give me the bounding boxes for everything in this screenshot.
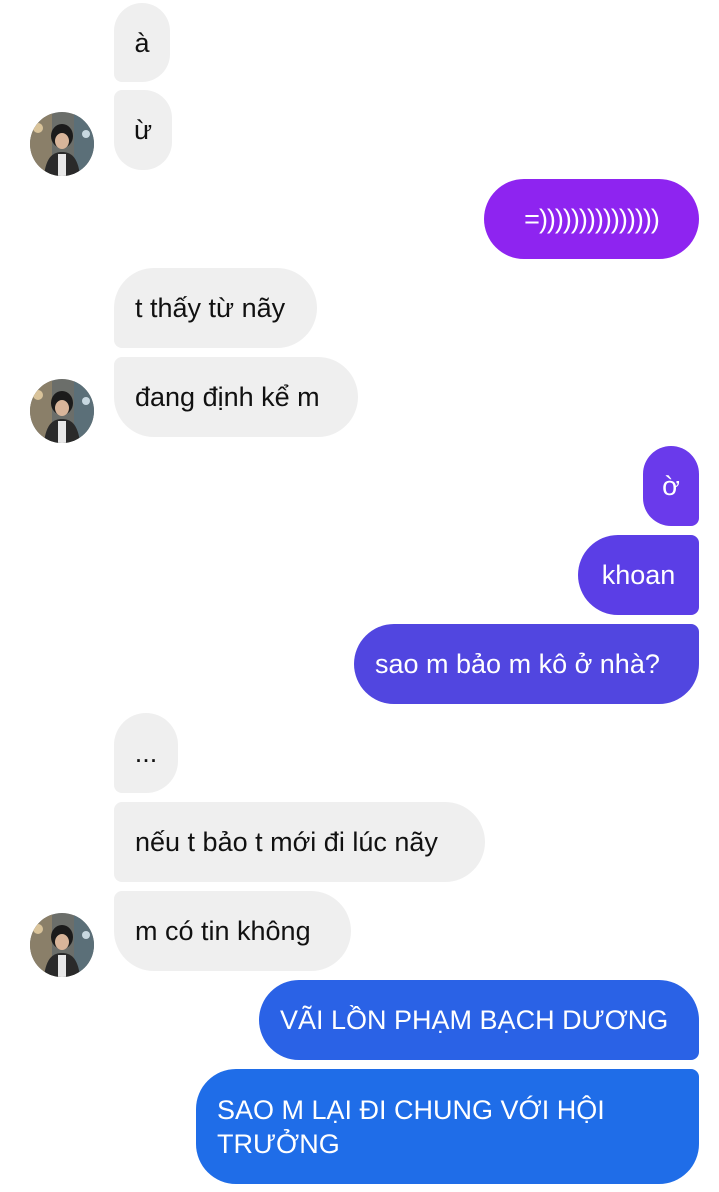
message-bubble-outgoing[interactable]: =))))))))))))))) (484, 179, 699, 259)
message-bubble-outgoing[interactable]: SAO M LẠI ĐI CHUNG VỚI HỘI TRƯỞNG (196, 1069, 699, 1184)
message-bubble-outgoing[interactable]: sao m bảo m kô ở nhà? (354, 624, 699, 704)
message-bubble-incoming[interactable]: à (114, 3, 170, 82)
message-bubble-incoming[interactable]: nếu t bảo t mới đi lúc nãy (114, 802, 485, 882)
message-text: VÃI LỒN PHẠM BẠCH DƯƠNG (280, 1005, 669, 1035)
profile-photo-icon (30, 112, 94, 176)
message-text: t thấy từ nãy (135, 293, 286, 323)
message-bubble-outgoing[interactable]: ờ (643, 446, 699, 526)
message-text: m có tin không (135, 916, 311, 946)
message-bubble-incoming[interactable]: m có tin không (114, 891, 351, 971)
message-text: SAO M LẠI ĐI CHUNG VỚI HỘI TRƯỞNG (217, 1095, 605, 1159)
message-text: à (134, 27, 150, 58)
message-bubble-outgoing[interactable]: VÃI LỒN PHẠM BẠCH DƯƠNG (259, 980, 699, 1060)
message-text: ... (134, 738, 158, 768)
contact-avatar[interactable] (30, 112, 94, 176)
profile-photo-icon (30, 379, 94, 443)
contact-avatar[interactable] (30, 913, 94, 977)
message-text: sao m bảo m kô ở nhà? (375, 649, 660, 679)
message-text: nếu t bảo t mới đi lúc nãy (135, 827, 438, 857)
message-bubble-incoming[interactable]: ... (114, 713, 178, 793)
message-text: đang định kể m (135, 382, 320, 412)
message-bubble-incoming[interactable]: đang định kể m (114, 357, 358, 437)
message-bubble-incoming[interactable]: ừ (114, 90, 172, 170)
message-text: khoan (601, 560, 676, 590)
profile-photo-icon (30, 913, 94, 977)
message-text: =))))))))))))))) (524, 204, 660, 234)
message-bubble-outgoing[interactable]: khoan (578, 535, 699, 615)
message-text: ừ (133, 115, 153, 145)
contact-avatar[interactable] (30, 379, 94, 443)
message-bubble-incoming[interactable]: t thấy từ nãy (114, 268, 317, 348)
message-text: ờ (662, 471, 680, 501)
